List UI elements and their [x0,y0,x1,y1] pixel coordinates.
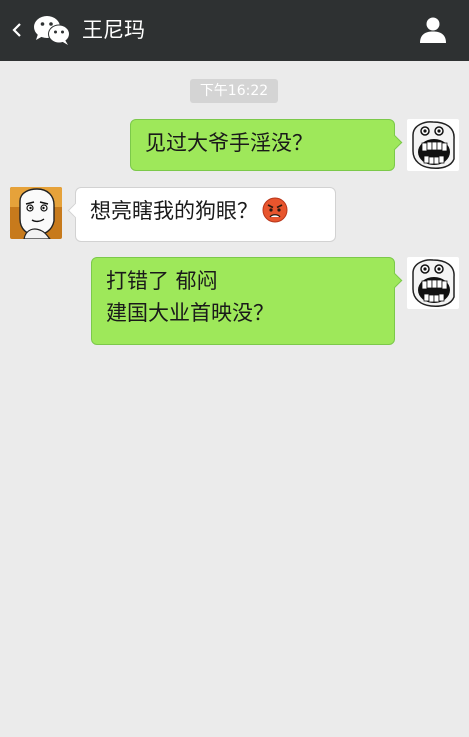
chevron-left-icon[interactable] [10,16,24,44]
message-bubble-incoming[interactable]: 想亮瞎我的狗眼？ [67,187,336,242]
message-text: 想亮瞎我的狗眼？ [90,199,258,223]
rage-face-laughing-avatar[interactable] [407,257,459,309]
bubble-tail [386,134,403,151]
bubble-tail [386,272,403,289]
message-text: 建国大业首映没？ [106,301,274,325]
timestamp-badge: 下午16:22 [190,79,278,103]
person-icon[interactable] [418,14,448,44]
bubble-tail [67,202,84,219]
message-text: 见过大爷手淫没？ [145,131,313,155]
message-text: 打错了 郁闷 [106,269,218,293]
message-bubble-outgoing[interactable]: 打错了 郁闷 建国大业首映没？ [91,257,403,345]
rage-face-laughing-avatar[interactable] [407,119,459,171]
wechat-logo-icon [34,16,70,45]
message-bubble-outgoing[interactable]: 见过大爷手淫没？ [130,119,403,171]
message-text-row: 想亮瞎我的狗眼？ [90,195,321,227]
chat-header: 王尼玛 [0,0,469,61]
rage-face-challenge-avatar[interactable] [10,187,62,239]
angry-face-emoji [262,197,288,223]
chat-title: 王尼玛 [82,18,145,42]
